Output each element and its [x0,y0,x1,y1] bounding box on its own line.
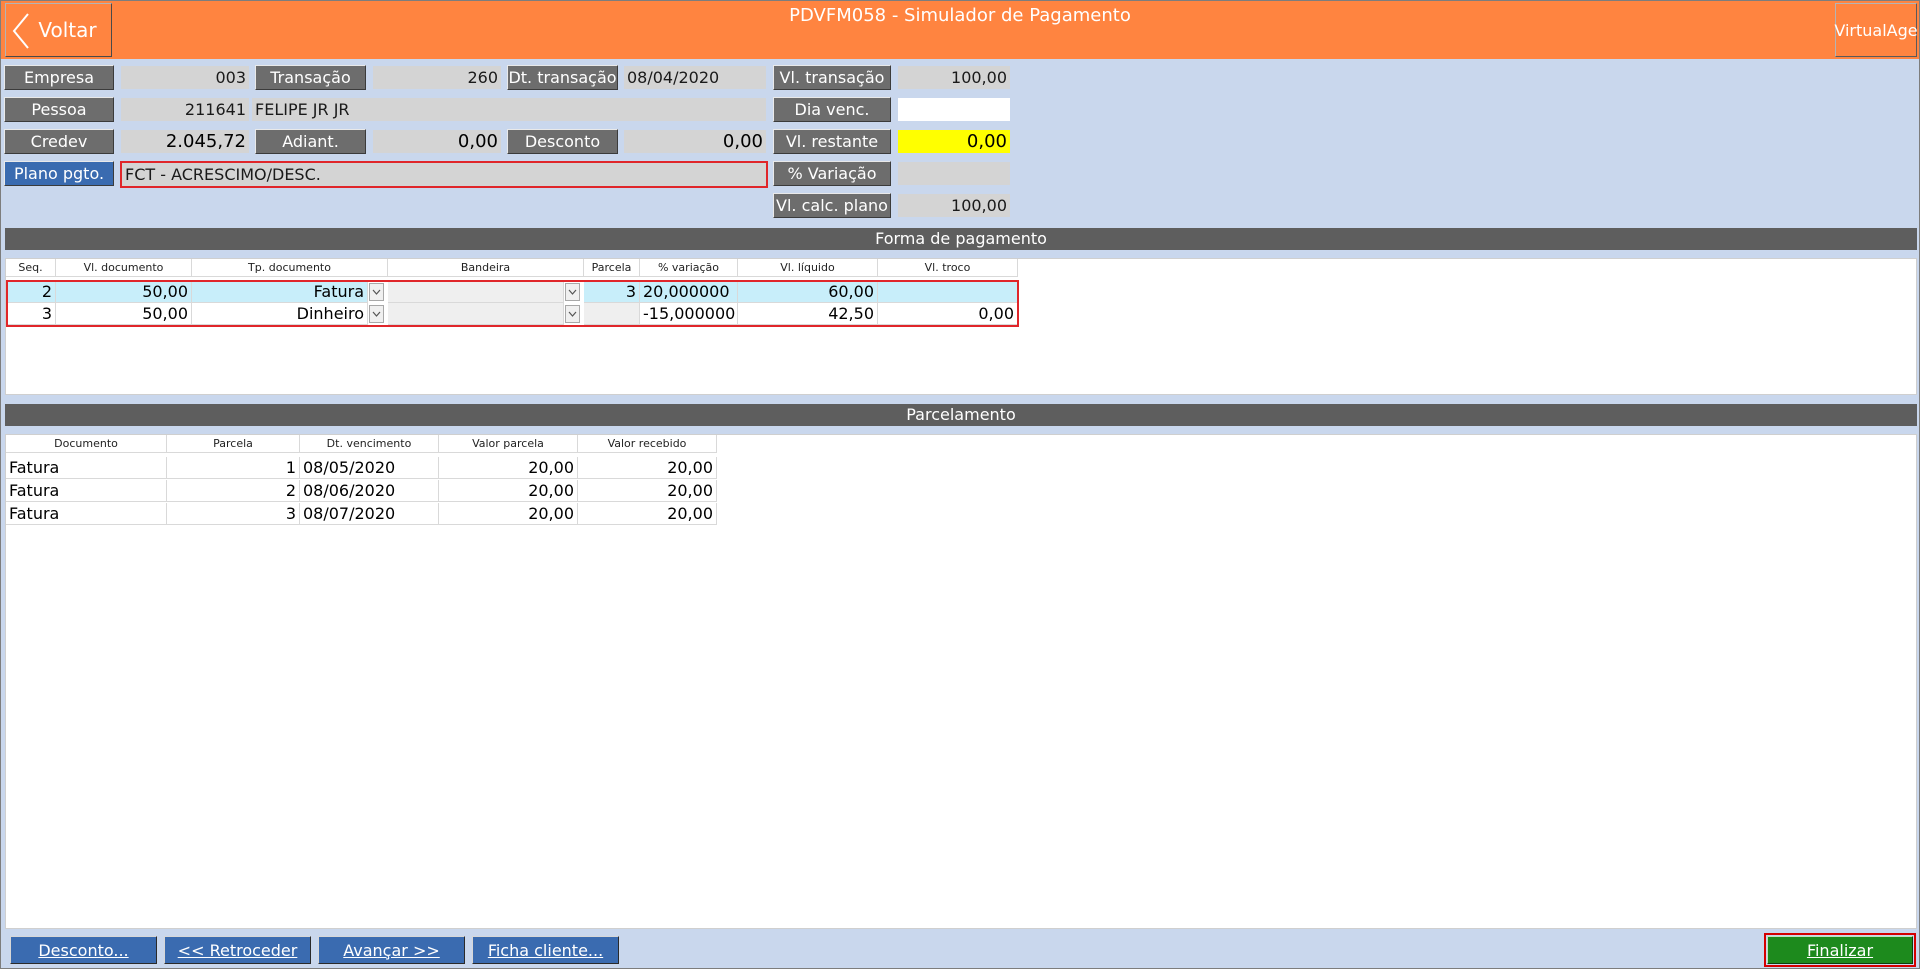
cell-vl-troco[interactable] [878,281,1018,303]
dia-venc-field[interactable] [898,98,1010,121]
vl-transacao-field[interactable]: 100,00 [898,66,1010,89]
chevron-down-icon[interactable] [565,283,580,301]
plano-pgto-button[interactable]: Plano pgto. [4,161,114,186]
cell-valor-recebido[interactable]: 20,00 [578,457,717,479]
cell-vl-documento[interactable]: 50,00 [56,281,192,303]
dt-transacao-label[interactable]: Dt. transação [507,65,618,90]
cell-vl-documento[interactable]: 50,00 [56,303,192,325]
col-header-documento[interactable]: Documento [6,435,167,453]
retroceder-button[interactable]: << Retroceder [164,936,311,964]
pessoa-name-field[interactable]: FELIPE JR JR [252,98,766,121]
col-header-bandeira[interactable]: Bandeira [388,259,584,277]
cell-tp-documento[interactable]: Fatura [192,281,368,303]
col-header-vl-documento[interactable]: Vl. documento [56,259,192,277]
col-header-variacao[interactable]: % variação [640,259,738,277]
cell-valor-recebido[interactable]: 20,00 [578,503,717,525]
transacao-label[interactable]: Transação [255,65,366,90]
cell-parcela[interactable]: 2 [167,480,300,502]
variacao-field[interactable] [898,162,1010,185]
header-bar [1,1,1919,59]
col-header-valor-parcela[interactable]: Valor parcela [439,435,578,453]
cell-dt-vencimento[interactable]: 08/06/2020 [300,480,439,502]
plano-pgto-field[interactable]: FCT - ACRESCIMO/DESC. [120,161,768,188]
credev-field[interactable]: 2.045,72 [121,130,249,153]
col-header-valor-recebido[interactable]: Valor recebido [578,435,717,453]
cell-parcela[interactable]: 3 [584,281,640,303]
cell-valor-parcela[interactable]: 20,00 [439,457,578,479]
chevron-down-icon[interactable] [369,283,384,301]
cell-parcela[interactable] [584,303,640,325]
back-button-label: Voltar [38,18,97,42]
cell-dt-vencimento[interactable]: 08/05/2020 [300,457,439,479]
app-window: Voltar PDVFM058 - Simulador de Pagamento… [0,0,1920,969]
cell-parcela[interactable]: 3 [167,503,300,525]
vl-calc-plano-field[interactable]: 100,00 [898,194,1010,217]
dt-transacao-field[interactable]: 08/04/2020 [624,66,766,89]
dia-venc-label[interactable]: Dia venc. [773,97,891,122]
cell-variacao[interactable]: 20,000000 [640,281,738,303]
vl-transacao-label[interactable]: Vl. transação [773,65,891,90]
cell-valor-parcela[interactable]: 20,00 [439,480,578,502]
pessoa-code-field[interactable]: 211641 [121,98,249,121]
cell-vl-troco[interactable]: 0,00 [878,303,1018,325]
cell-tp-documento[interactable]: Dinheiro [192,303,368,325]
avancar-button[interactable]: Avançar >> [318,936,465,964]
col-header-parcela[interactable]: Parcela [167,435,300,453]
variacao-label[interactable]: % Variação [773,161,891,186]
chevron-down-icon[interactable] [369,305,384,323]
col-header-vl-troco[interactable]: Vl. troco [878,259,1018,277]
vl-restante-label[interactable]: Vl. restante [773,129,891,154]
cell-documento[interactable]: Fatura [6,503,167,525]
cell-variacao[interactable]: -15,000000 [640,303,738,325]
ficha-cliente-button[interactable]: Ficha cliente... [472,936,619,964]
desconto-field[interactable]: 0,00 [624,130,766,153]
col-header-vl-liquido[interactable]: Vl. líquido [738,259,878,277]
back-button[interactable]: Voltar [5,3,112,57]
empresa-label[interactable]: Empresa [4,65,114,90]
chevron-down-icon[interactable] [565,305,580,323]
cell-vl-liquido[interactable]: 42,50 [738,303,878,325]
col-header-tp-documento[interactable]: Tp. documento [192,259,388,277]
parcelamento-section-title: Parcelamento [5,404,1917,426]
col-header-seq[interactable]: Seq. [6,259,56,277]
forma-pagamento-section-title: Forma de pagamento [5,228,1917,250]
chevron-left-icon [12,13,29,49]
finalizar-highlight-outline: Finalizar [1764,933,1916,967]
parcelamento-grid: Documento Parcela Dt. vencimento Valor p… [5,434,1917,929]
col-header-dt-vencimento[interactable]: Dt. vencimento [300,435,439,453]
forma-pagamento-grid: Seq. Vl. documento Tp. documento Bandeir… [5,258,1917,395]
col-header-parcela[interactable]: Parcela [584,259,640,277]
adiant-label[interactable]: Adiant. [255,129,366,154]
brand-button[interactable]: VirtualAge [1834,3,1918,57]
cell-valor-parcela[interactable]: 20,00 [439,503,578,525]
cell-valor-recebido[interactable]: 20,00 [578,480,717,502]
desconto-button[interactable]: Desconto... [10,936,157,964]
adiant-field[interactable]: 0,00 [373,130,501,153]
vl-restante-field[interactable]: 0,00 [898,130,1010,153]
desconto-label[interactable]: Desconto [507,129,618,154]
finalizar-button[interactable]: Finalizar [1767,936,1913,964]
cell-vl-liquido[interactable]: 60,00 [738,281,878,303]
credev-label[interactable]: Credev [4,129,114,154]
cell-documento[interactable]: Fatura [6,457,167,479]
cell-parcela[interactable]: 1 [167,457,300,479]
cell-seq[interactable]: 2 [6,281,56,303]
cell-dt-vencimento[interactable]: 08/07/2020 [300,503,439,525]
cell-bandeira[interactable] [388,303,564,325]
vl-calc-plano-label[interactable]: Vl. calc. plano [773,193,891,218]
pessoa-label[interactable]: Pessoa [4,97,114,122]
cell-documento[interactable]: Fatura [6,480,167,502]
transacao-field[interactable]: 260 [373,66,501,89]
cell-seq[interactable]: 3 [6,303,56,325]
empresa-field[interactable]: 003 [121,66,249,89]
cell-bandeira[interactable] [388,281,564,303]
